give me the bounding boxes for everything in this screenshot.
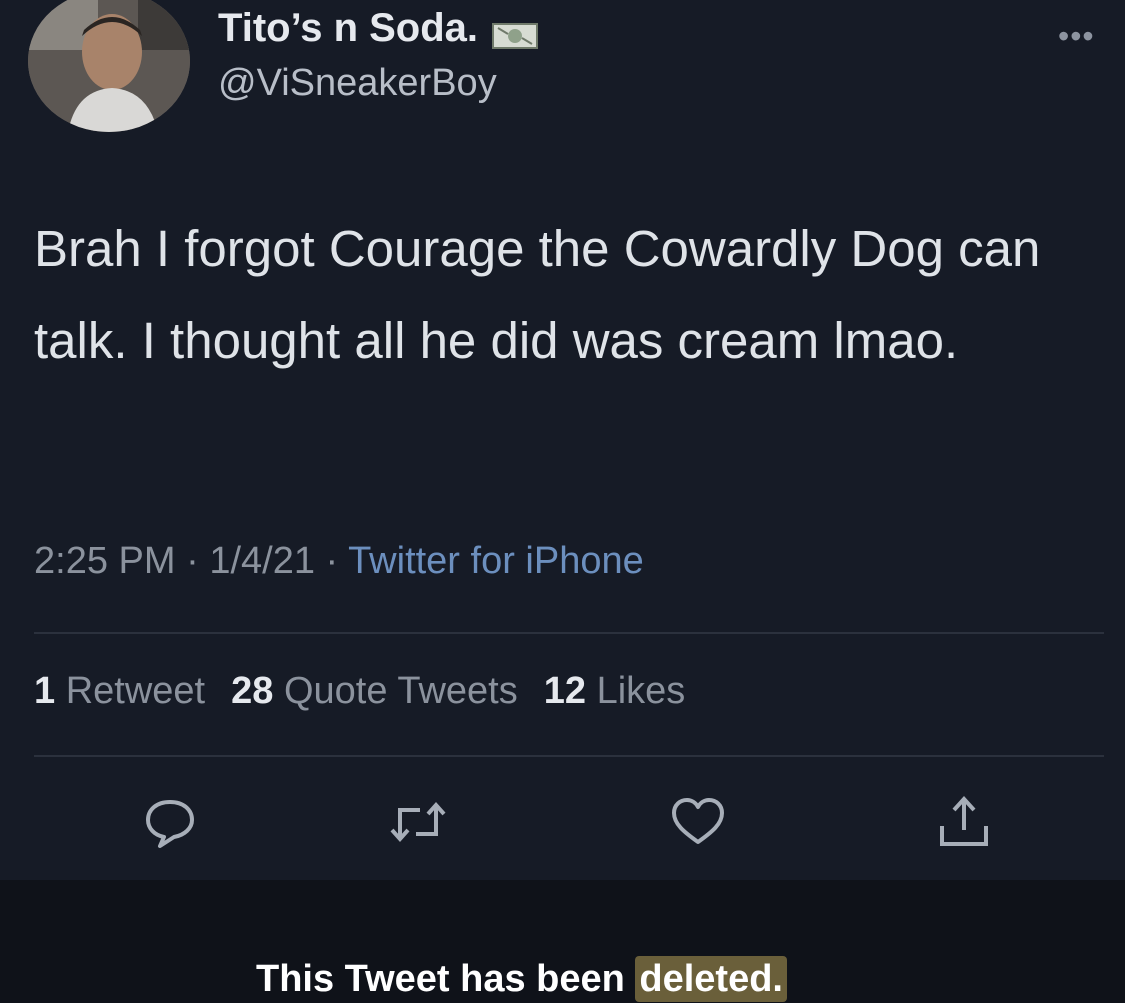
quotes-label: Quote Tweets (283, 670, 518, 712)
likes-label: Likes (596, 670, 686, 712)
deleted-message: This Tweet has been deleted. (256, 956, 787, 1002)
retweets-stat[interactable]: 1 Retweet (34, 670, 205, 712)
meta-separator: · (314, 540, 349, 582)
reply-icon[interactable] (140, 792, 200, 852)
more-options-icon[interactable]: ••• (1058, 18, 1095, 55)
like-icon[interactable] (668, 792, 728, 852)
tweet-stats: 1 Retweet 28 Quote Tweets 12 Likes (34, 670, 685, 713)
avatar-photo (28, 0, 190, 132)
display-name-text: Tito’s n Soda. (218, 6, 479, 50)
retweets-label: Retweet (65, 670, 206, 712)
tweet-card: Tito’s n Soda. @ViSneakerBoy ••• Brah I … (0, 0, 1125, 880)
tweet-text: Brah I forgot Courage the Cowardly Dog c… (34, 220, 1041, 369)
divider (34, 755, 1104, 757)
tweet-time: 2:25 PM (34, 540, 176, 582)
display-name[interactable]: Tito’s n Soda. (218, 6, 539, 51)
divider (34, 632, 1104, 634)
retweet-icon[interactable] (388, 792, 448, 852)
share-icon[interactable] (934, 792, 994, 852)
retweets-count: 1 (34, 670, 56, 712)
meta-separator: · (175, 540, 210, 582)
quotes-stat[interactable]: 28 Quote Tweets (231, 670, 518, 712)
tweet-meta: 2:25 PM · 1/4/21 · Twitter for iPhone (34, 540, 644, 583)
tweet-date[interactable]: 1/4/21 (209, 540, 315, 582)
user-handle[interactable]: @ViSneakerBoy (218, 62, 497, 105)
likes-count: 12 (543, 670, 587, 712)
tweet-source-link[interactable]: Twitter for iPhone (348, 540, 644, 582)
deleted-message-prefix: This Tweet has been (256, 958, 636, 1000)
likes-stat[interactable]: 12 Likes (544, 670, 686, 712)
avatar[interactable] (28, 0, 190, 132)
money-icon (492, 15, 539, 49)
quotes-count: 28 (231, 670, 274, 712)
deleted-highlight: deleted. (635, 956, 787, 1002)
